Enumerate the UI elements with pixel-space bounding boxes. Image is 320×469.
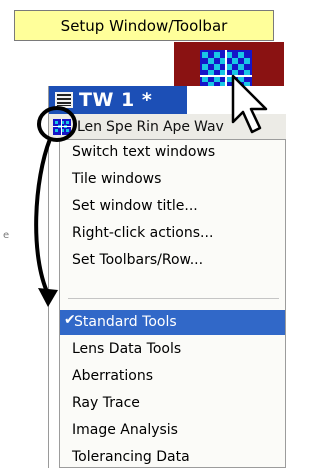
menu-item-right-click-actions[interactable]: Right-click actions... (72, 221, 213, 245)
menu-item-aberrations[interactable]: Aberrations (72, 364, 153, 388)
window-title: TW 1 * (79, 89, 153, 111)
toolbar-grid-icon[interactable] (53, 118, 71, 135)
menu-item-switch-text-windows[interactable]: Switch text windows (72, 140, 215, 164)
menu-item-ray-trace[interactable]: Ray Trace (72, 391, 140, 415)
menu-item-set-window-title[interactable]: Set window title... (72, 194, 198, 218)
menu-item-set-toolbars-row[interactable]: Set Toolbars/Row... (72, 248, 203, 272)
dropdown-menu: Switch text windows Tile windows Set win… (59, 139, 286, 468)
menu-spe[interactable]: Spe (106, 119, 132, 135)
text-window[interactable]: TW 1 * Len Spe Rin Ape Wav Switch text w… (48, 86, 286, 468)
window-titlebar[interactable]: TW 1 * (49, 86, 187, 114)
menu-item-label: Standard Tools (74, 314, 177, 330)
menu-bar: Len Spe Rin Ape Wav (49, 114, 286, 139)
menu-len[interactable]: Len (77, 119, 102, 135)
menu-separator (68, 298, 279, 299)
menu-item-tolerancing-data[interactable]: Tolerancing Data (72, 445, 190, 469)
window-lines-icon (55, 92, 73, 108)
stray-mark: e (3, 230, 9, 241)
menu-rin[interactable]: Rin (136, 119, 159, 135)
menu-wav[interactable]: Wav (194, 119, 224, 135)
callout-label: Setup Window/Toolbar (14, 10, 274, 41)
menu-item-image-analysis[interactable]: Image Analysis (72, 418, 178, 442)
menu-item-lens-data-tools[interactable]: Lens Data Tools (72, 337, 181, 361)
menu-ape[interactable]: Ape (163, 119, 190, 135)
menu-item-standard-tools[interactable]: ✔ Standard Tools (60, 310, 285, 335)
menu-item-tile-windows[interactable]: Tile windows (72, 167, 161, 191)
